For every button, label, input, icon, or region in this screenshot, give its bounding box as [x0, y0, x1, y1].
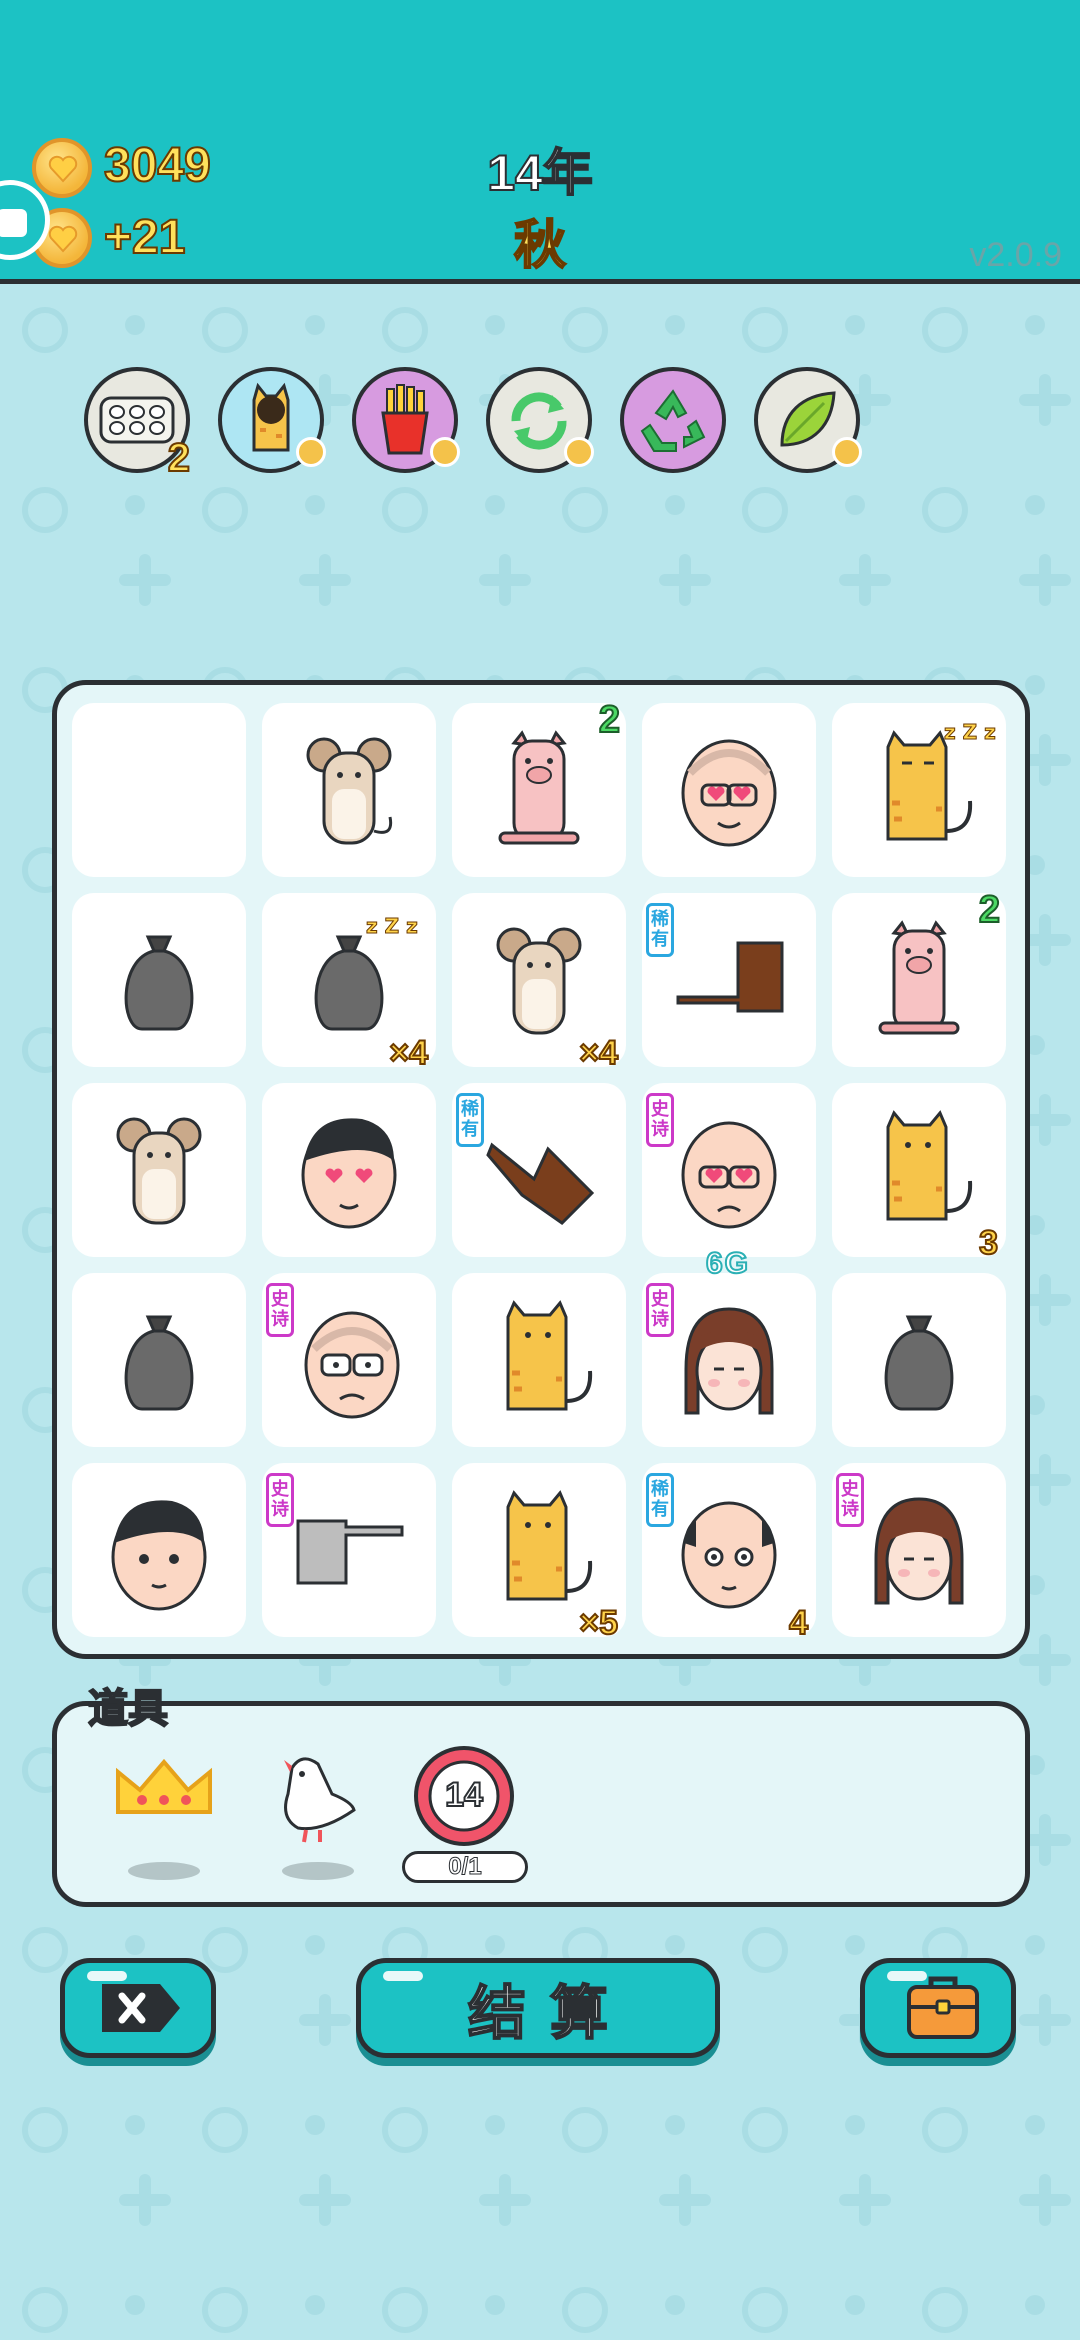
board-cell[interactable]: z Z z [832, 703, 1006, 877]
buff-coin-badge [564, 437, 594, 467]
cell-count: 4 [788, 1603, 809, 1643]
trash-bag-icon [884, 1315, 954, 1411]
recycle-icon [640, 389, 706, 452]
buff-recycle[interactable] [620, 367, 726, 473]
cell-count: 2 [978, 888, 1001, 932]
crown-icon [116, 1758, 212, 1814]
board-cell-empty[interactable] [72, 703, 246, 877]
buff-egg-carton[interactable]: 2 [84, 367, 191, 481]
cat-icon [506, 1300, 593, 1411]
board-cell[interactable]: 史诗 [262, 1463, 436, 1637]
buff-refresh[interactable] [486, 367, 594, 473]
man-heart-eyes-icon [301, 1118, 397, 1229]
cell-count: 2 [598, 698, 621, 742]
buff-coin-badge [296, 437, 326, 467]
board-cell[interactable] [642, 703, 816, 877]
bag-button[interactable] [860, 1958, 1016, 2058]
french-fries-icon [381, 384, 429, 455]
board-cell[interactable] [262, 703, 436, 877]
income-per-turn: +21 [103, 210, 186, 265]
mouse-icon [306, 737, 393, 845]
pointing-hand-grey-icon [296, 1519, 404, 1585]
buff-count: 2 [167, 435, 191, 481]
version-label: v2.0.9 [969, 236, 1062, 274]
settle-button[interactable]: 结算 [356, 1958, 720, 2058]
man-face-icon [111, 1500, 207, 1611]
cell-count: 3 [978, 1223, 999, 1263]
girl-braids-icon [874, 1497, 964, 1605]
item-counter: 0/1 [402, 1851, 528, 1883]
buff-coin-badge [430, 437, 460, 467]
board-cell[interactable]: 2 [452, 698, 626, 877]
board-cell[interactable]: 史诗 6G [642, 1246, 816, 1447]
bald-man-heart-eyes-icon [681, 1121, 777, 1229]
board-cell[interactable] [72, 1463, 246, 1637]
leaf-icon [780, 391, 836, 447]
item-shadow [128, 1862, 200, 1880]
board-cell[interactable]: 史诗 [832, 1463, 1006, 1637]
item-shadow [282, 1862, 354, 1880]
old-man-glasses-icon [304, 1311, 400, 1419]
items-title: 道具 [87, 1686, 169, 1732]
board-cell[interactable]: 稀有 [452, 1083, 626, 1257]
cell-multiplier: ×5 [578, 1603, 619, 1643]
board-cell[interactable]: ×4 [452, 893, 626, 1073]
white-bird-icon [284, 1757, 356, 1843]
cell-multiplier: ×4 [578, 1033, 619, 1073]
buff-coin-badge [832, 437, 862, 467]
board-cell[interactable]: 史诗 [642, 1083, 816, 1257]
svg-text:z Z z: z Z z [366, 914, 418, 938]
board-cell[interactable] [262, 1083, 436, 1257]
item-speed-sign[interactable]: 14 [412, 1744, 516, 1848]
board-cell[interactable]: 稀有 4 [642, 1463, 816, 1643]
top-bar: 3049 +21 14年 秋 v2.0.9 [0, 0, 1080, 284]
briefcase-icon [907, 1976, 979, 2039]
close-tag-icon [102, 1984, 180, 2032]
buff-leaf[interactable] [754, 367, 862, 473]
board-cell[interactable] [832, 1273, 1006, 1447]
buff-french-fries[interactable] [352, 367, 460, 473]
board-cell[interactable] [452, 1273, 626, 1447]
year-label: 14年 [486, 144, 594, 202]
speed-sign-value: 14 [444, 1775, 484, 1815]
board-cell[interactable]: 2 [832, 888, 1006, 1067]
board-cell[interactable]: ×5 [452, 1463, 626, 1643]
girl-braids-icon [684, 1307, 774, 1415]
coin-icon [32, 138, 92, 198]
old-man-heart-eyes-icon [681, 739, 777, 847]
coin-total: 3049 [103, 138, 212, 193]
trash-bag-icon [124, 1315, 194, 1411]
svg-text:z Z z: z Z z [944, 720, 996, 744]
item-bird[interactable] [262, 1748, 372, 1880]
board-cell[interactable]: 3 [832, 1083, 1006, 1263]
cat-sleeping-icon: z Z z [886, 720, 996, 841]
board-cell[interactable] [72, 893, 246, 1067]
buff-cat-eating[interactable] [218, 367, 326, 473]
item-crown[interactable] [110, 1754, 218, 1880]
cancel-button[interactable] [60, 1958, 216, 2058]
board-cell[interactable] [72, 1083, 246, 1257]
pointing-hand-diagonal-icon [486, 1142, 595, 1225]
cell-multiplier: ×4 [388, 1033, 429, 1073]
egg-carton-icon [99, 396, 175, 444]
season-label: 秋 [513, 216, 567, 276]
board-cell[interactable]: 史诗 [262, 1273, 436, 1447]
board-cell[interactable] [72, 1273, 246, 1447]
mouse-icon [116, 1117, 202, 1225]
trash-bag-icon [124, 935, 194, 1031]
board-cell[interactable]: z Z z ×4 [262, 893, 436, 1073]
board-cell[interactable]: 稀有 [642, 893, 816, 1067]
pointing-hand-brown-icon [676, 941, 784, 1013]
